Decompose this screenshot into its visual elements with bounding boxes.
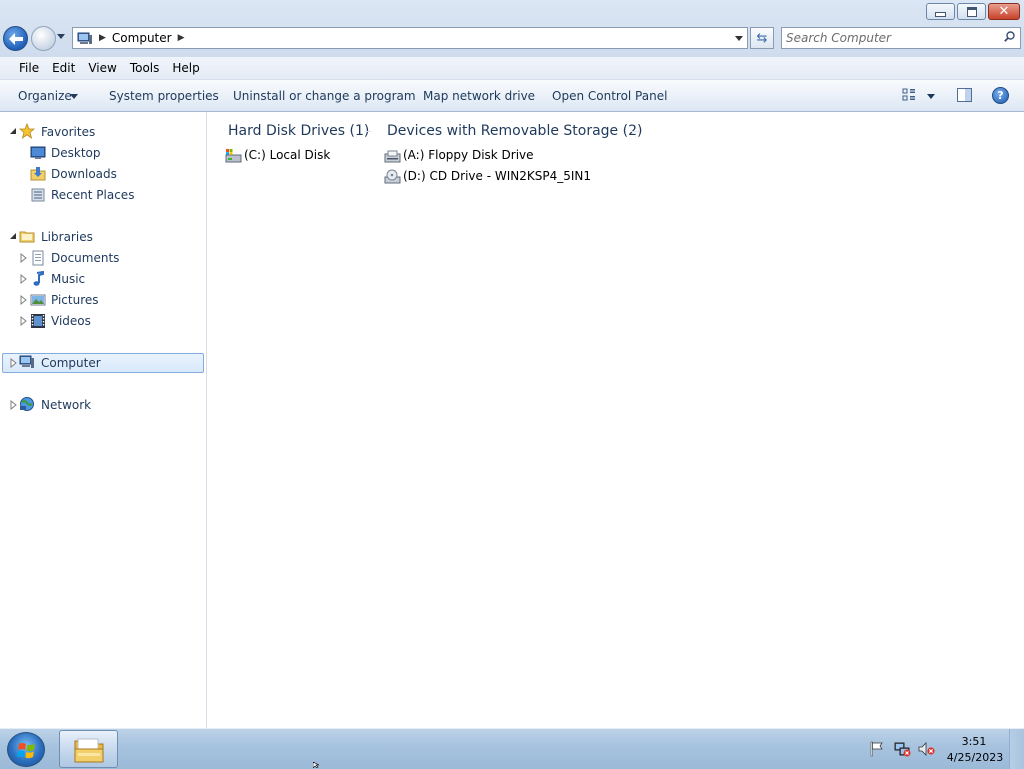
cd-drive-icon	[384, 169, 401, 184]
address-bar[interactable]: ▶ Computer ▶	[72, 27, 748, 49]
sidebar-item-pictures[interactable]: Pictures	[51, 293, 99, 307]
drive-item-d[interactable]: (D:) CD Drive - WIN2KSP4_5IN1	[384, 168, 591, 186]
expand-arrow-icon[interactable]	[20, 316, 27, 326]
title-bar: ✕ ▶ Computer ▶ ⇆	[0, 0, 1024, 57]
command-bar: Organize System properties Uninstall or …	[0, 80, 1024, 112]
search-input[interactable]	[786, 30, 996, 46]
drive-item-c[interactable]: (C:) Local Disk	[225, 147, 345, 165]
restore-icon	[966, 6, 977, 17]
back-button[interactable]	[3, 26, 28, 51]
change-view-icon[interactable]	[902, 88, 916, 102]
drive-item-a[interactable]: (A:) Floppy Disk Drive	[384, 147, 534, 165]
favorites-star-icon	[19, 123, 35, 139]
system-properties-button[interactable]: System properties	[109, 89, 219, 103]
sidebar-item-recent-places[interactable]: Recent Places	[51, 188, 134, 202]
search-icon[interactable]	[1004, 31, 1015, 42]
organize-dropdown-icon[interactable]	[70, 94, 78, 99]
volume-muted-icon[interactable]	[918, 741, 936, 757]
breadcrumb-separator-icon[interactable]: ▶	[99, 33, 106, 43]
organize-button[interactable]: Organize	[18, 89, 72, 103]
sidebar-item-computer[interactable]: Computer	[41, 356, 101, 370]
group-header-hard-disks[interactable]: Hard Disk Drives (1)	[228, 123, 369, 139]
sidebar-item-documents[interactable]: Documents	[51, 251, 119, 265]
close-icon: ✕	[998, 4, 1010, 19]
windows-logo-icon	[16, 743, 35, 759]
drive-label-d: (D:) CD Drive - WIN2KSP4_5IN1	[403, 169, 592, 183]
sidebar-item-downloads[interactable]: Downloads	[51, 167, 117, 181]
back-arrow-icon	[8, 32, 23, 45]
start-button[interactable]	[7, 732, 45, 767]
show-desktop-button[interactable]	[1009, 729, 1024, 769]
music-icon	[33, 271, 44, 286]
expand-arrow-icon[interactable]	[10, 400, 17, 410]
downloads-folder-icon	[30, 167, 46, 181]
computer-icon	[19, 355, 34, 368]
group-header-removable-storage[interactable]: Devices with Removable Storage (2)	[387, 123, 642, 139]
expand-arrow-icon[interactable]	[20, 295, 27, 305]
sidebar-item-videos[interactable]: Videos	[51, 314, 91, 328]
documents-icon	[32, 250, 44, 266]
menu-edit[interactable]: Edit	[52, 61, 75, 75]
menu-view[interactable]: View	[88, 61, 116, 75]
videos-icon	[31, 314, 45, 328]
sidebar-favorites[interactable]: Favorites	[41, 125, 95, 139]
group-divider	[631, 131, 639, 132]
sidebar-libraries[interactable]: Libraries	[41, 230, 93, 244]
floppy-drive-icon	[384, 150, 401, 163]
hard-disk-icon	[225, 149, 242, 163]
menu-help[interactable]: Help	[172, 61, 199, 75]
menu-file[interactable]: File	[19, 61, 39, 75]
network-icon[interactable]	[894, 741, 912, 757]
help-icon[interactable]: ?	[992, 87, 1009, 104]
expand-arrow-icon[interactable]	[20, 274, 27, 284]
mouse-cursor-icon	[313, 762, 320, 768]
open-control-panel-button[interactable]: Open Control Panel	[552, 89, 667, 103]
sidebar-item-network[interactable]: Network	[41, 398, 91, 412]
action-center-flag-icon[interactable]	[869, 741, 885, 757]
breadcrumb-separator-icon[interactable]: ▶	[178, 33, 185, 43]
sidebar-item-desktop[interactable]: Desktop	[51, 146, 101, 160]
group-divider	[365, 131, 372, 132]
preview-pane-icon[interactable]	[957, 88, 972, 102]
navigation-pane: Favorites Desktop Downloads Recent Place…	[0, 112, 207, 728]
clock-date[interactable]: 4/25/2023	[944, 751, 1006, 764]
sidebar-item-music[interactable]: Music	[51, 272, 85, 286]
search-box[interactable]	[781, 27, 1021, 49]
expand-arrow-icon[interactable]	[10, 358, 17, 368]
menu-bar: File Edit View Tools Help	[0, 57, 1024, 80]
address-history-dropdown[interactable]	[735, 36, 743, 41]
minimize-icon	[935, 12, 946, 17]
pictures-icon	[30, 294, 46, 306]
forward-button[interactable]	[31, 26, 56, 51]
explorer-folder-icon	[74, 738, 104, 763]
network-icon	[20, 397, 34, 411]
map-network-drive-button[interactable]: Map network drive	[423, 89, 535, 103]
uninstall-program-button[interactable]: Uninstall or change a program	[233, 89, 416, 103]
refresh-icon: ⇆	[756, 30, 768, 46]
refresh-button[interactable]: ⇆	[750, 27, 774, 49]
recent-pages-dropdown[interactable]	[57, 34, 65, 39]
taskbar-windows-explorer-button[interactable]	[59, 730, 118, 768]
view-options-dropdown[interactable]	[927, 94, 935, 99]
libraries-icon	[19, 231, 35, 243]
collapse-arrow-icon[interactable]	[9, 232, 17, 240]
breadcrumb-computer[interactable]: Computer	[112, 31, 172, 45]
menu-tools[interactable]: Tools	[130, 61, 160, 75]
collapse-arrow-icon[interactable]	[9, 127, 17, 135]
minimize-button[interactable]	[926, 3, 955, 20]
taskbar: 3:51 4/25/2023	[0, 728, 1024, 769]
drive-label-a: (A:) Floppy Disk Drive	[403, 148, 534, 162]
recent-places-icon	[31, 188, 45, 202]
drive-label-c: (C:) Local Disk	[244, 148, 331, 162]
clock-time[interactable]: 3:51	[950, 735, 998, 748]
close-button[interactable]: ✕	[988, 3, 1020, 20]
desktop-icon	[30, 146, 46, 159]
computer-icon	[77, 32, 92, 44]
restore-button[interactable]	[957, 3, 986, 20]
content-pane: Hard Disk Drives (1) Devices with Remova…	[207, 112, 1024, 728]
expand-arrow-icon[interactable]	[20, 253, 27, 263]
